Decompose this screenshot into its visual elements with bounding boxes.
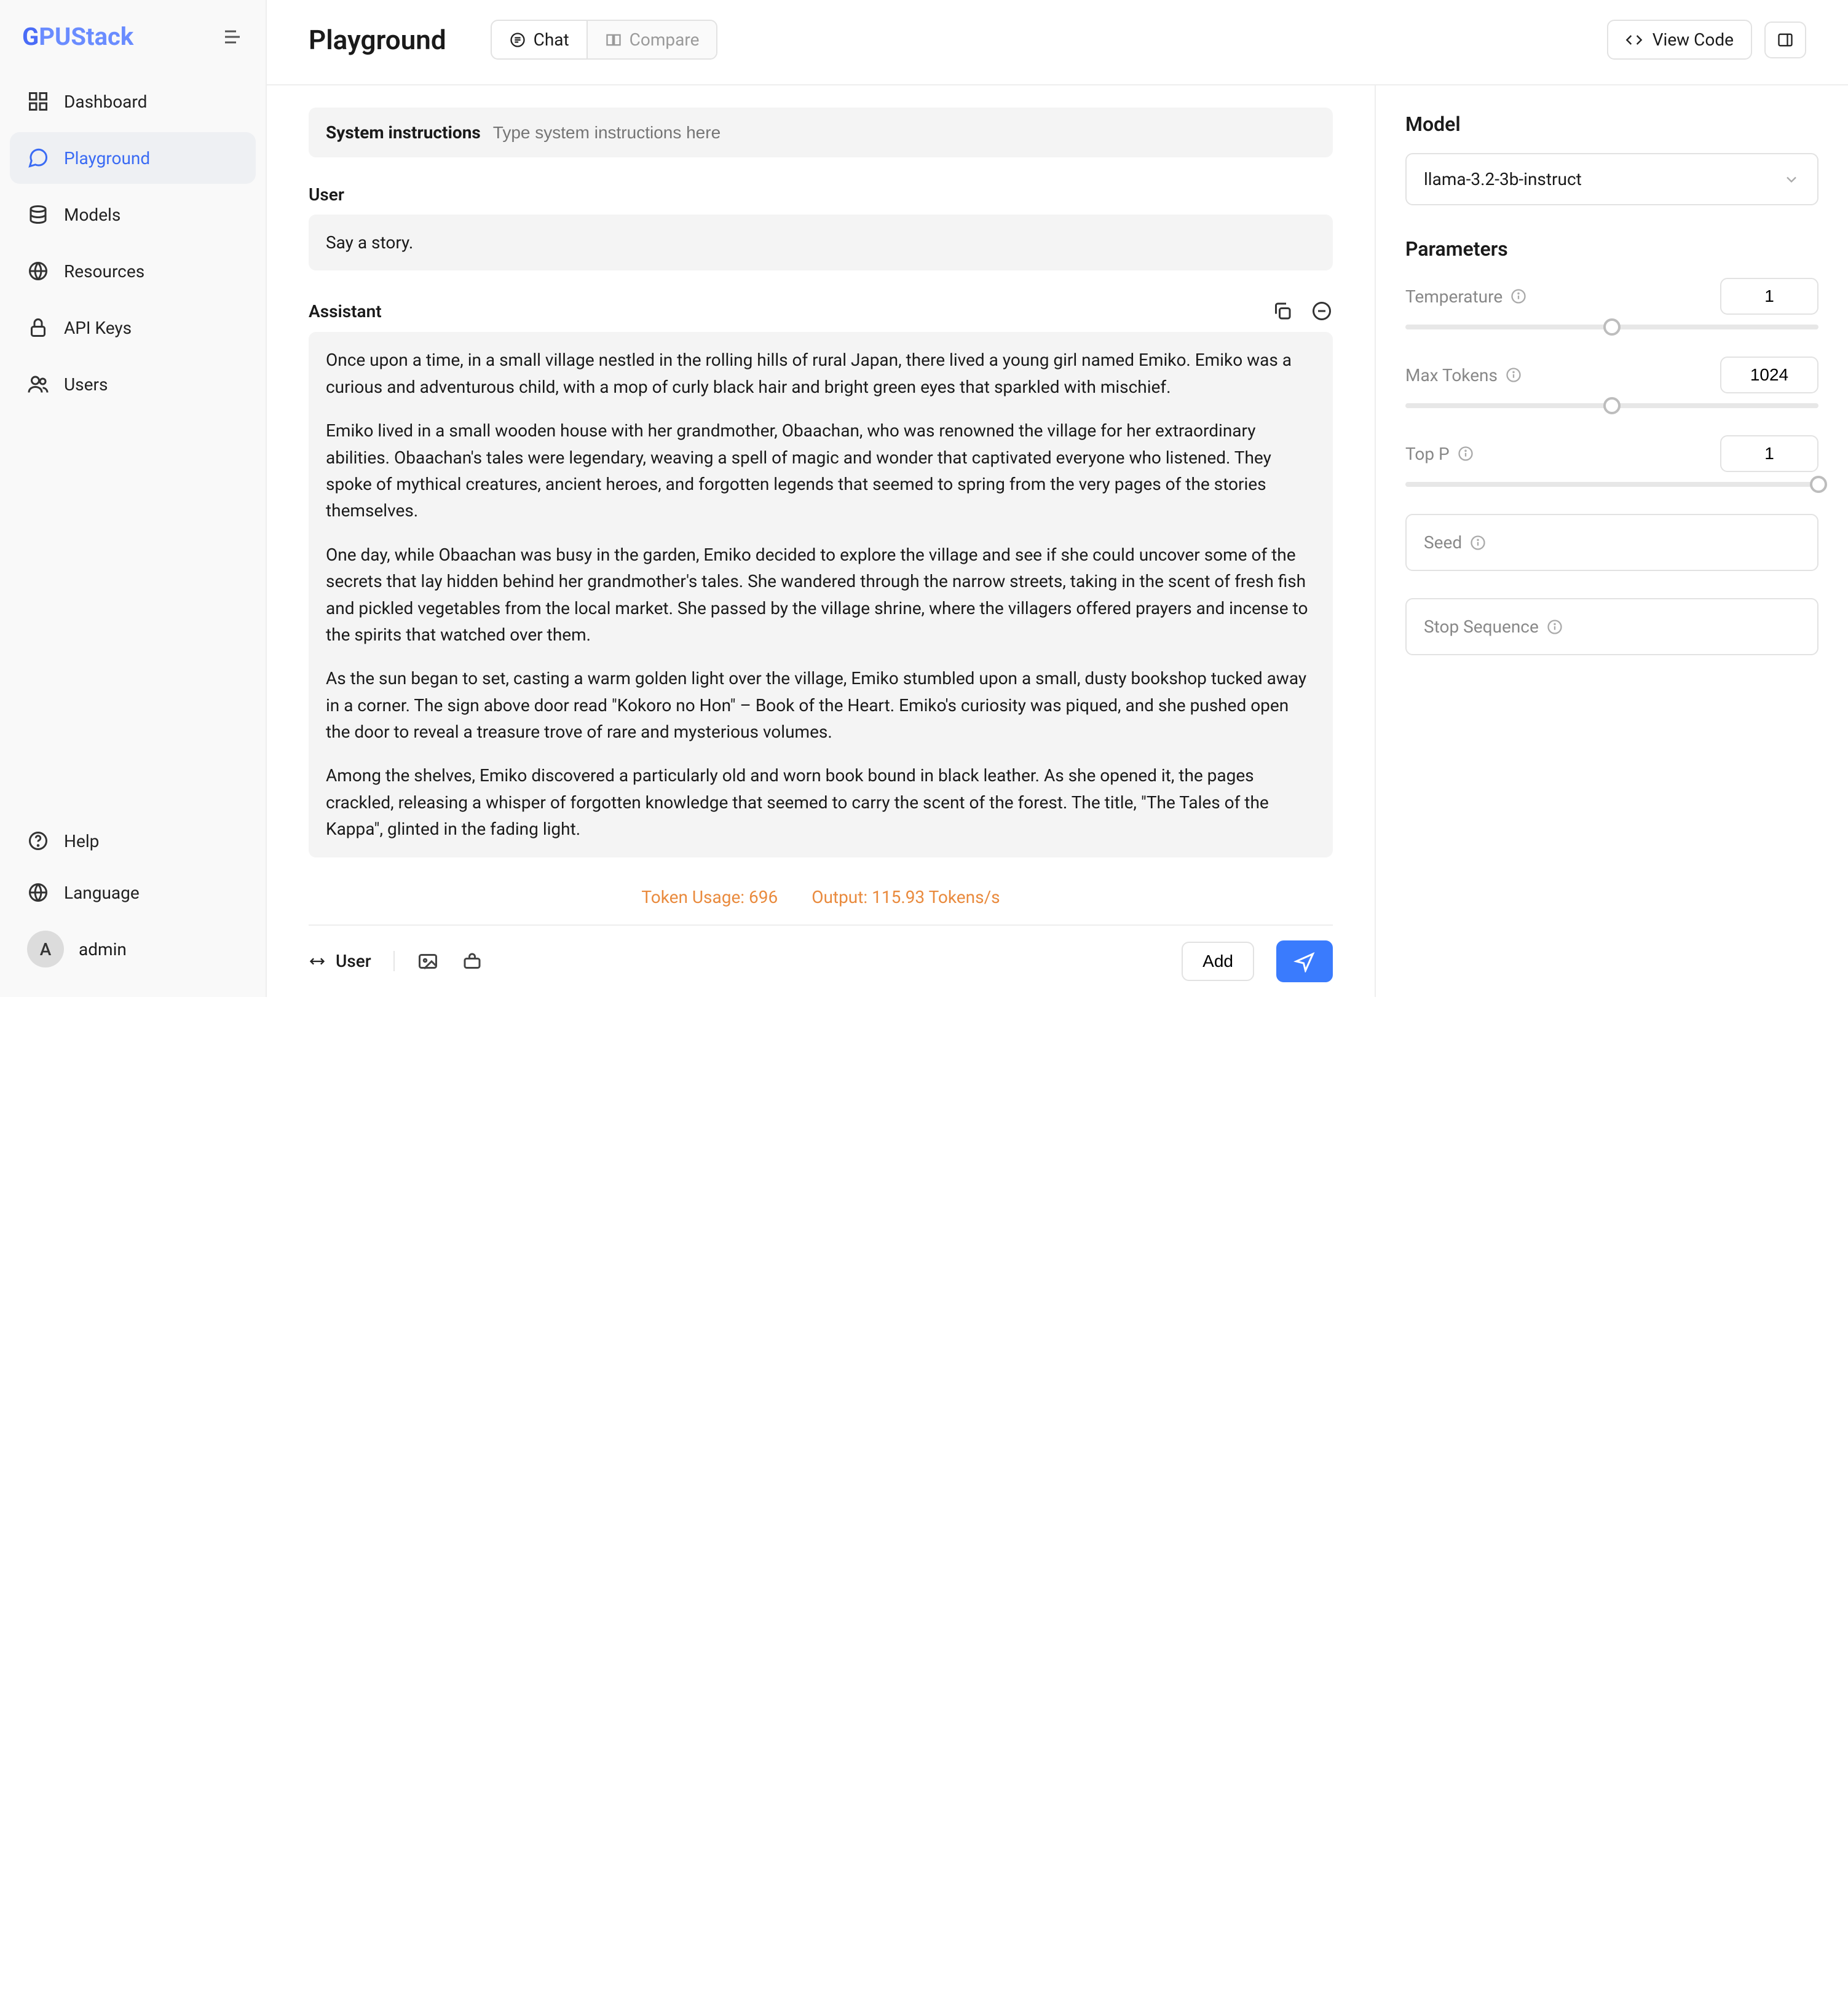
message-input[interactable] [309,992,1333,997]
chat-column: System instructions User Say a story. As… [267,85,1376,997]
info-icon[interactable] [1457,445,1474,462]
token-stats: Token Usage: 696 Output: 115.93 Tokens/s [309,875,1333,924]
sidebar-user-name: admin [79,939,127,960]
output-speed: Output: 115.93 Tokens/s [811,887,1000,907]
role-switch-label: User [336,951,371,971]
tab-group: Chat Compare [491,20,718,60]
image-icon[interactable] [417,950,439,972]
sidebar-item-help[interactable]: Help [10,815,256,867]
info-icon[interactable] [1505,366,1522,384]
temperature-input[interactable] [1720,278,1818,315]
page-title: Playground [309,24,446,56]
params-section-title: Parameters [1405,237,1818,261]
panel-toggle-button[interactable] [1764,22,1806,58]
sidebar-collapse-icon[interactable] [221,26,243,48]
sidebar-item-label: Language [64,883,140,903]
info-icon[interactable] [1510,288,1527,305]
copy-icon[interactable] [1271,300,1293,322]
param-temperature: Temperature [1405,278,1818,329]
assistant-paragraph: Among the shelves, Emiko discovered a pa… [326,762,1316,842]
sidebar-item-language[interactable]: Language [10,867,256,918]
assistant-message[interactable]: Once upon a time, in a small village nes… [309,332,1333,857]
delete-icon[interactable] [1311,300,1333,322]
info-icon[interactable] [1546,618,1563,636]
tab-chat-label: Chat [534,30,569,50]
slider-thumb[interactable] [1810,476,1827,493]
parameters-panel: Model llama-3.2-3b-instruct Parameters T… [1376,85,1848,997]
system-instructions-input[interactable] [493,123,1316,143]
sidebar-item-label: API Keys [64,318,132,338]
tab-compare[interactable]: Compare [588,21,717,58]
sidebar-item-label: Resources [64,261,144,282]
assistant-paragraph: Emiko lived in a small wooden house with… [326,417,1316,524]
assistant-paragraph: As the sun began to set, casting a warm … [326,665,1316,745]
top-p-label: Top P [1405,444,1474,464]
seed-label: Seed [1424,532,1462,553]
sidebar-item-dashboard[interactable]: Dashboard [10,76,256,127]
assistant-paragraph: Once upon a time, in a small village nes… [326,347,1316,400]
top-p-input[interactable] [1720,435,1818,472]
model-select-value: llama-3.2-3b-instruct [1424,169,1582,189]
max-tokens-slider[interactable] [1405,403,1818,408]
param-top-p: Top P [1405,435,1818,487]
param-max-tokens: Max Tokens [1405,357,1818,408]
tab-compare-label: Compare [630,30,700,50]
logo: GPUStack [22,22,133,51]
send-button[interactable] [1276,940,1333,982]
sidebar-item-api-keys[interactable]: API Keys [10,302,256,353]
input-row: User Add [309,924,1333,997]
token-usage: Token Usage: 696 [641,887,778,907]
top-p-slider[interactable] [1405,482,1818,487]
assistant-paragraph: One day, while Obaachan was busy in the … [326,542,1316,648]
role-switch[interactable]: User [309,951,395,971]
temperature-label: Temperature [1405,286,1527,307]
view-code-button[interactable]: View Code [1607,20,1752,60]
assistant-role-label: Assistant [309,301,382,321]
seed-input[interactable]: Seed [1405,514,1818,571]
system-instructions-label: System instructions [326,122,481,143]
stop-sequence-input[interactable]: Stop Sequence [1405,598,1818,655]
avatar: A [27,931,64,967]
info-icon[interactable] [1469,534,1487,551]
sidebar-item-label: Models [64,205,120,225]
max-tokens-input[interactable] [1720,357,1818,393]
tab-chat[interactable]: Chat [492,21,588,58]
max-tokens-label: Max Tokens [1405,365,1522,385]
sidebar-item-label: Users [64,374,108,395]
sidebar: GPUStack Dashboard Playground Models Res… [0,0,267,997]
chevron-down-icon [1783,171,1800,188]
model-section-title: Model [1405,112,1818,136]
view-code-label: View Code [1653,30,1734,50]
sidebar-user[interactable]: A admin [10,918,256,980]
sidebar-item-label: Playground [64,148,150,168]
tools-icon[interactable] [461,950,483,972]
stop-sequence-label: Stop Sequence [1424,617,1539,637]
system-instructions-row: System instructions [309,108,1333,157]
slider-thumb[interactable] [1603,397,1621,414]
sidebar-item-resources[interactable]: Resources [10,245,256,297]
model-select[interactable]: llama-3.2-3b-instruct [1405,153,1818,205]
user-role-label: User [309,184,1333,205]
user-message[interactable]: Say a story. [309,215,1333,270]
sidebar-item-playground[interactable]: Playground [10,132,256,184]
sidebar-item-models[interactable]: Models [10,189,256,240]
add-button[interactable]: Add [1182,942,1254,981]
sidebar-item-label: Dashboard [64,92,147,112]
topbar: Playground Chat Compare View Code [267,0,1848,85]
sidebar-item-label: Help [64,831,99,851]
slider-thumb[interactable] [1603,318,1621,336]
sidebar-item-users[interactable]: Users [10,358,256,410]
temperature-slider[interactable] [1405,325,1818,329]
